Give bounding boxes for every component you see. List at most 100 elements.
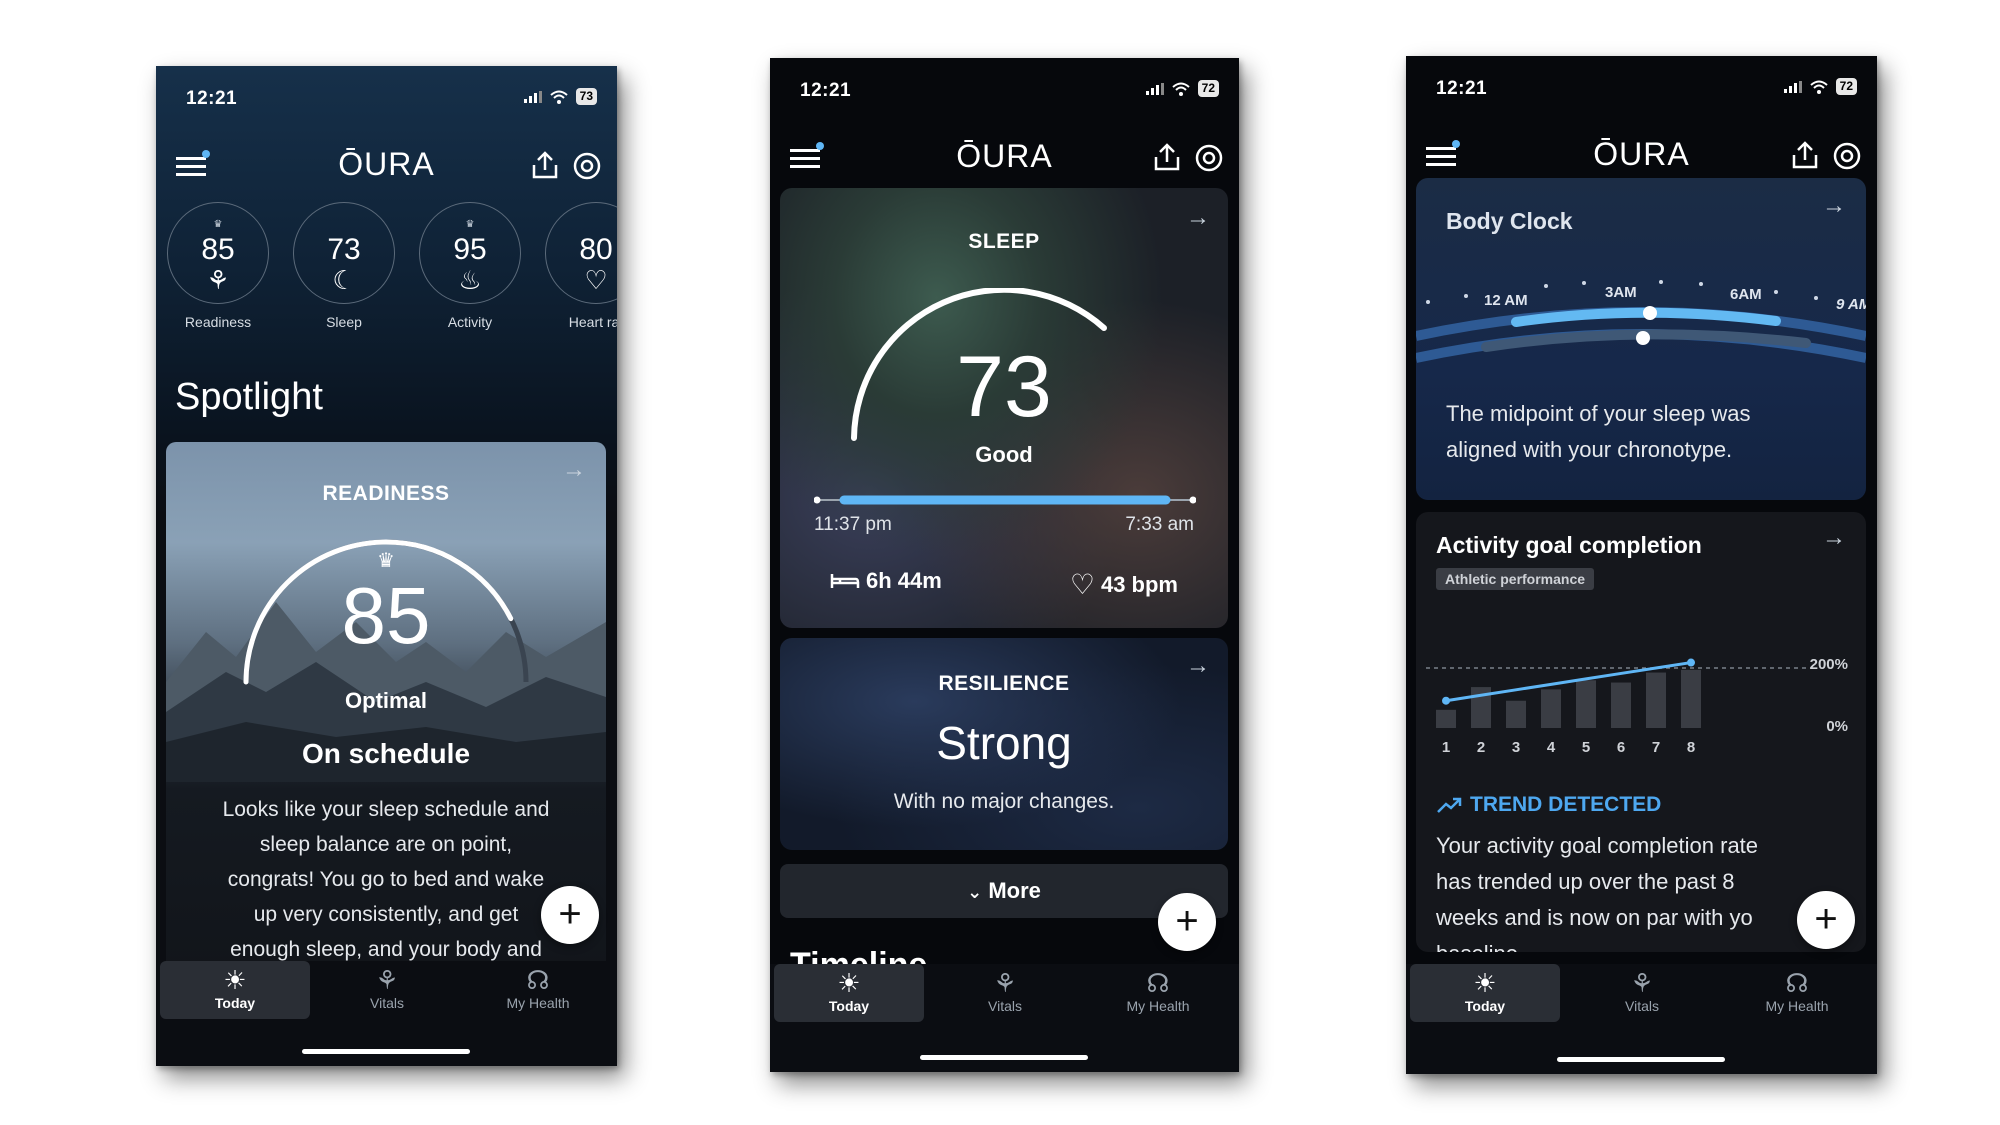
resilience-card[interactable]: RESILIENCE → Strong With no major change… (780, 638, 1228, 850)
battery-indicator: 72 (1835, 78, 1857, 95)
tab-my-health[interactable]: ☊ My Health (463, 961, 613, 1019)
signal-icon (1783, 80, 1802, 93)
heart-rate-value: 43 bpm (1100, 571, 1178, 597)
add-button[interactable]: + (1797, 891, 1855, 949)
phone-screen-insights: 12:21 72 ŌURA Body Clock → 12 AM 3AM 6AM… (1406, 56, 1877, 1074)
sleep-score[interactable]: 73 ☾ Sleep (292, 202, 396, 330)
score-label: Heart rat (568, 314, 617, 330)
target-icon (573, 152, 601, 180)
signal-icon (1145, 82, 1164, 95)
tab-vitals[interactable]: ⚘ Vitals (1567, 964, 1717, 1022)
waketime: 7:33 am (1125, 514, 1194, 535)
tab-my-health[interactable]: ☊ My Health (1722, 964, 1872, 1022)
target-icon (1195, 144, 1223, 172)
bedtime: 11:37 pm (814, 514, 892, 535)
score-ring: 80 ♡ (545, 202, 617, 304)
time-label: 6AM (1730, 286, 1762, 303)
activity-bar (1576, 680, 1596, 728)
activity-bar (1436, 709, 1456, 728)
arrow-right-icon: → (1822, 192, 1846, 219)
body-clock-description: The midpoint of your sleep was aligned w… (1446, 396, 1751, 468)
x-tick-label: 6 (1617, 739, 1625, 756)
ring-settings-button[interactable] (573, 152, 601, 185)
battery-indicator: 73 (575, 88, 597, 105)
y-tick-label: 0% (1826, 718, 1848, 735)
wifi-icon (1171, 82, 1190, 96)
add-button[interactable]: + (1158, 893, 1216, 951)
x-tick-label: 5 (1582, 739, 1590, 756)
readiness-status: Optimal (345, 688, 427, 713)
ring-settings-button[interactable] (1195, 144, 1223, 177)
x-tick-label: 3 (1512, 739, 1520, 756)
tab-today[interactable]: ☀ Today (774, 964, 924, 1022)
score-value: 95 (453, 233, 487, 266)
activity-bar (1646, 672, 1666, 728)
share-icon (1792, 141, 1818, 169)
activity-description: Your activity goal completion rate has t… (1436, 828, 1758, 952)
time-label: 12 AM (1484, 292, 1528, 309)
x-tick-label: 8 (1687, 739, 1695, 756)
tab-today[interactable]: ☀ Today (1410, 964, 1560, 1022)
activity-bar-chart: 1 2 3 4 5 6 7 8 (1426, 658, 1812, 756)
share-icon (532, 151, 558, 179)
sleep-timeline-bar (814, 495, 1196, 505)
share-button[interactable] (1791, 140, 1819, 175)
arrow-right-icon: → (1186, 204, 1210, 231)
body-line: Looks like your sleep schedule and (222, 798, 550, 821)
resilience-subtitle: With no major changes. (893, 790, 1115, 813)
score-ring: ♛ 85 ⚘ (167, 202, 269, 304)
moon-icon: ☾ (332, 265, 356, 295)
heart-icon: ♡ (1069, 569, 1095, 600)
readiness-score[interactable]: ♛ 85 ⚘ Readiness (166, 202, 270, 330)
share-button[interactable] (1153, 142, 1181, 177)
resilience-card-title: RESILIENCE (938, 672, 1070, 695)
ring-settings-button[interactable] (1833, 142, 1861, 175)
readiness-card[interactable]: READINESS → ♛ 85 Optimal On schedule Loo… (166, 442, 606, 1002)
sprout-icon: ⚘ (1630, 968, 1654, 998)
activity-score[interactable]: ♛ 95 ♨ Activity (418, 202, 522, 330)
crown-icon: ♛ (465, 219, 475, 230)
tab-vitals[interactable]: ⚘ Vitals (930, 964, 1080, 1022)
bottom-nav: ☀ Today ⚘ Vitals ☊ My Health (1406, 964, 1877, 1074)
tab-today[interactable]: ☀ Today (160, 961, 310, 1019)
trend-up-icon (1437, 797, 1462, 813)
arrow-right-icon: → (562, 456, 586, 483)
body-line: weeks and is now on par with yo (1436, 905, 1753, 930)
sleep-score-value: 73 (956, 339, 1052, 435)
add-button[interactable]: + (541, 886, 599, 944)
status-bar: 12:21 72 (1406, 56, 1877, 126)
flame-icon: ♨ (458, 265, 482, 295)
wifi-icon (549, 90, 568, 104)
bottom-nav: ☀ Today ⚘ Vitals ☊ My Health (156, 961, 617, 1066)
sun-icon: ☀ (1473, 968, 1497, 998)
head-icon: ☊ (1146, 968, 1170, 998)
x-tick-label: 2 (1477, 739, 1485, 756)
sprout-icon: ⚘ (993, 968, 1017, 998)
tab-label: Today (214, 995, 256, 1011)
sleep-card[interactable]: SLEEP → 73 Good 11:37 pm 7:33 am 6h 44m … (780, 188, 1228, 628)
tab-label: Vitals (370, 995, 404, 1011)
score-value: 73 (327, 233, 361, 266)
tab-my-health[interactable]: ☊ My Health (1083, 964, 1233, 1022)
tab-vitals[interactable]: ⚘ Vitals (312, 961, 462, 1019)
heart-rate-score[interactable]: 80 ♡ Heart rat (544, 202, 617, 330)
score-ring: ♛ 95 ♨ (419, 202, 521, 304)
signal-icon (523, 90, 542, 103)
bottom-nav: ☀ Today ⚘ Vitals ☊ My Health (770, 964, 1239, 1072)
body-clock-title: Body Clock (1446, 208, 1573, 234)
sleep-card-title: SLEEP (968, 230, 1040, 253)
head-icon: ☊ (526, 965, 550, 995)
battery-indicator: 72 (1197, 80, 1219, 97)
body-line: up very consistently, and get (253, 903, 519, 926)
activity-goal-title: Activity goal completion (1436, 532, 1702, 558)
home-indicator (302, 1049, 470, 1054)
trend-detected: TREND DETECTED (1436, 793, 1661, 817)
body-clock-card[interactable]: Body Clock → 12 AM 3AM 6AM 9 AM The midp… (1416, 178, 1866, 500)
target-icon (1833, 142, 1861, 170)
app-bar: ŌURA (156, 136, 617, 206)
body-line: aligned with your chronotype. (1446, 437, 1733, 462)
share-button[interactable] (531, 150, 559, 185)
sun-icon: ☀ (223, 965, 247, 995)
trend-point (1687, 658, 1695, 667)
phone-screen-readiness: 12:21 73 ŌURA ♛ 85 ⚘ Readiness 73 ☾ Slee… (156, 66, 617, 1066)
